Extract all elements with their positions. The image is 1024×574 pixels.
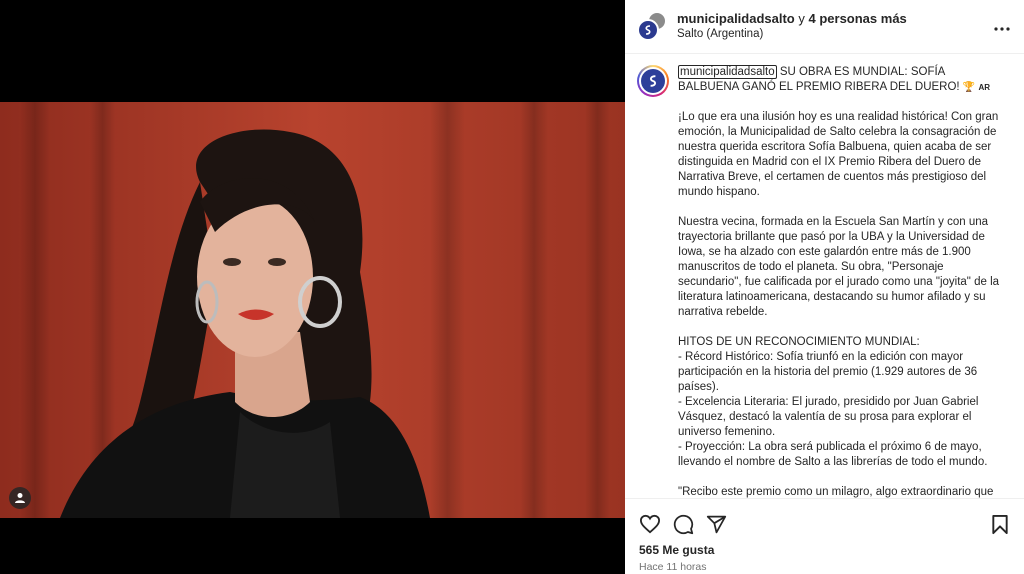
likes-count[interactable]: 565 Me gusta xyxy=(625,539,1024,557)
media-viewer xyxy=(0,0,625,574)
more-options-button[interactable] xyxy=(994,18,1010,36)
account-avatar xyxy=(637,18,659,41)
location-link[interactable]: Salto (Argentina) xyxy=(677,27,994,41)
comment-icon xyxy=(673,514,693,534)
trophy-emoji: 🏆 xyxy=(962,82,976,93)
header-joiner: y xyxy=(798,11,805,27)
post-actions: 565 Me gusta Hace 11 horas xyxy=(625,498,1024,574)
share-button[interactable] xyxy=(704,512,728,536)
like-button[interactable] xyxy=(638,512,662,536)
header-others-link[interactable]: 4 personas más xyxy=(809,11,907,26)
post-header: municipalidadsalto y 4 personas más Salt… xyxy=(625,0,1024,54)
post-photo[interactable] xyxy=(0,102,625,518)
flag-emoji: AR xyxy=(978,83,991,92)
caption-avatar[interactable] xyxy=(637,65,669,97)
caption-username-link[interactable]: municipalidadsalto xyxy=(678,65,777,79)
share-icon xyxy=(706,515,726,533)
caption-paragraph: "Recibo este premio como un milagro, alg… xyxy=(678,486,994,498)
caption-paragraph: HITOS DE UN RECONOCIMIENTO MUNDIAL: - Ré… xyxy=(678,336,988,468)
save-button[interactable] xyxy=(988,512,1012,536)
heart-icon xyxy=(639,514,661,534)
bookmark-icon xyxy=(992,514,1008,534)
header-username[interactable]: municipalidadsalto xyxy=(677,11,795,26)
caption-text: municipalidadsalto SU OBRA ES MUNDIAL: S… xyxy=(678,65,1008,498)
logo-icon xyxy=(645,24,651,35)
logo-icon xyxy=(649,75,657,87)
caption: municipalidadsalto SU OBRA ES MUNDIAL: S… xyxy=(637,65,1010,498)
post-side-panel: municipalidadsalto y 4 personas más Salt… xyxy=(625,0,1024,574)
collaborator-avatars[interactable] xyxy=(637,10,669,43)
tagged-users-button[interactable] xyxy=(9,487,31,509)
portrait-image xyxy=(0,102,625,518)
more-horizontal-icon xyxy=(994,26,1010,31)
post-timestamp[interactable]: Hace 11 horas xyxy=(625,557,1024,573)
user-icon xyxy=(15,493,25,503)
comment-button[interactable] xyxy=(671,512,695,536)
caption-paragraph: Nuestra vecina, formada en la Escuela Sa… xyxy=(678,216,1000,318)
caption-paragraph: ¡Lo que era una ilusión hoy es una reali… xyxy=(678,111,999,198)
caption-scroll-area[interactable]: municipalidadsalto SU OBRA ES MUNDIAL: S… xyxy=(625,55,1024,498)
